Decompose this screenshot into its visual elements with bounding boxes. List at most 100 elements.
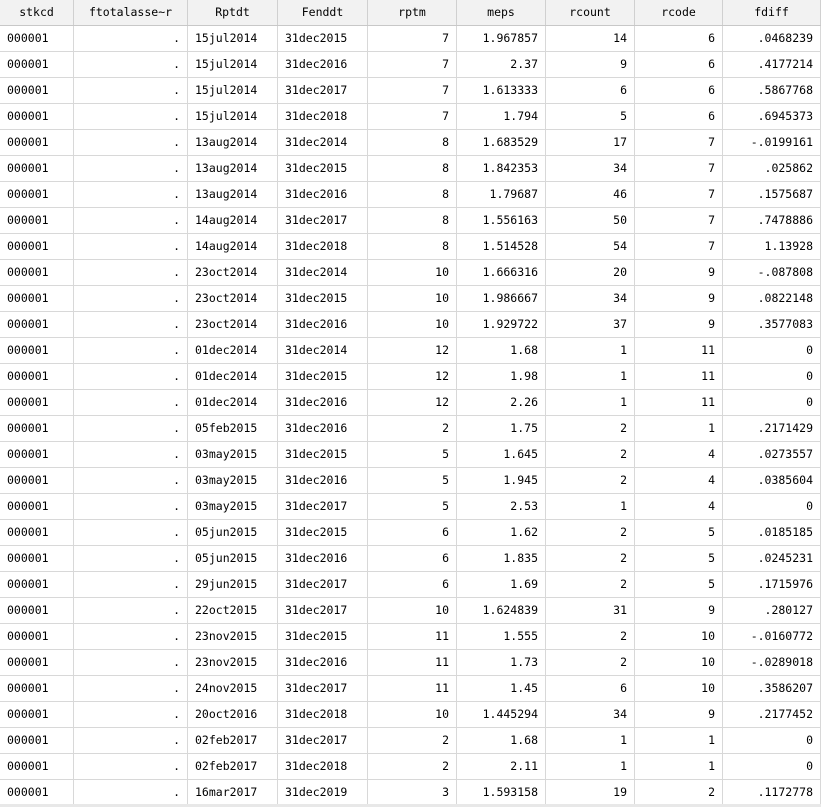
table-row[interactable]: 000001. 23oct2014 31dec2015 10 1.986667 34 9.0… xyxy=(0,286,821,312)
table-cell[interactable]: 31dec2018 xyxy=(278,104,368,129)
table-cell[interactable]: . xyxy=(74,598,188,623)
table-cell[interactable]: .280127 xyxy=(723,598,821,623)
table-cell[interactable]: .2177452 xyxy=(723,702,821,727)
table-cell[interactable]: 2.37 xyxy=(457,52,546,77)
table-cell[interactable]: 000001 xyxy=(0,468,74,493)
table-cell[interactable]: 9 xyxy=(635,702,723,727)
table-cell[interactable]: 24nov2015 xyxy=(188,676,278,701)
table-cell[interactable]: 4 xyxy=(635,494,723,519)
table-cell[interactable]: 12 xyxy=(368,364,457,389)
table-cell[interactable]: 31dec2018 xyxy=(278,754,368,779)
table-row[interactable]: 000001. 14aug2014 31dec2017 8 1.556163 50 7.74… xyxy=(0,208,821,234)
table-cell[interactable]: 23nov2015 xyxy=(188,650,278,675)
table-cell[interactable]: 02feb2017 xyxy=(188,754,278,779)
table-cell[interactable]: 05jun2015 xyxy=(188,520,278,545)
table-row[interactable]: 000001. 15jul2014 31dec2017 7 1.613333 6 6.586… xyxy=(0,78,821,104)
table-cell[interactable]: 13aug2014 xyxy=(188,182,278,207)
table-cell[interactable]: 31dec2017 xyxy=(278,494,368,519)
table-cell[interactable]: -.0160772 xyxy=(723,624,821,649)
table-cell[interactable]: 5 xyxy=(635,520,723,545)
table-cell[interactable]: 000001 xyxy=(0,546,74,571)
table-cell[interactable]: 7 xyxy=(368,26,457,51)
table-cell[interactable]: 11 xyxy=(635,390,723,415)
table-cell[interactable]: 31dec2015 xyxy=(278,624,368,649)
column-header-fdiff[interactable]: fdiff xyxy=(723,0,821,25)
table-row[interactable]: 000001. 13aug2014 31dec2014 8 1.683529 17 7 -.0… xyxy=(0,130,821,156)
table-cell[interactable]: 31dec2016 xyxy=(278,312,368,337)
table-cell[interactable]: 000001 xyxy=(0,312,74,337)
table-cell[interactable]: 2 xyxy=(368,754,457,779)
table-cell[interactable]: 11 xyxy=(368,624,457,649)
table-cell[interactable]: . xyxy=(74,494,188,519)
table-cell[interactable]: 7 xyxy=(635,208,723,233)
table-cell[interactable]: 10 xyxy=(635,676,723,701)
table-cell[interactable]: . xyxy=(74,780,188,805)
table-cell[interactable]: . xyxy=(74,260,188,285)
table-row[interactable]: 000001. 29jun2015 31dec2017 6 1.69 2 5.1715976 xyxy=(0,572,821,598)
table-cell[interactable]: 31dec2015 xyxy=(278,442,368,467)
table-cell[interactable]: 2 xyxy=(546,468,635,493)
table-cell[interactable]: 1.445294 xyxy=(457,702,546,727)
table-cell[interactable]: . xyxy=(74,130,188,155)
table-cell[interactable]: 0 xyxy=(723,390,821,415)
table-cell[interactable]: 19 xyxy=(546,780,635,805)
table-cell[interactable]: 10 xyxy=(635,624,723,649)
table-cell[interactable]: 3 xyxy=(368,780,457,805)
table-cell[interactable]: 6 xyxy=(368,572,457,597)
table-cell[interactable]: 000001 xyxy=(0,52,74,77)
table-row[interactable]: 000001. 13aug2014 31dec2016 8 1.79687 46 7.157… xyxy=(0,182,821,208)
table-row[interactable]: 000001. 20oct2016 31dec2018 10 1.445294 34 9.2… xyxy=(0,702,821,728)
table-row[interactable]: 000001. 02feb2017 31dec2018 2 2.11 1 1 0 xyxy=(0,754,821,780)
table-cell[interactable]: 7 xyxy=(368,78,457,103)
table-cell[interactable]: 4 xyxy=(635,468,723,493)
table-cell[interactable]: 31dec2015 xyxy=(278,26,368,51)
table-cell[interactable]: 1.68 xyxy=(457,338,546,363)
table-cell[interactable]: 13aug2014 xyxy=(188,130,278,155)
table-cell[interactable]: 000001 xyxy=(0,208,74,233)
table-cell[interactable]: -.0289018 xyxy=(723,650,821,675)
table-cell[interactable]: 31dec2017 xyxy=(278,598,368,623)
table-cell[interactable]: 6 xyxy=(368,546,457,571)
table-cell[interactable]: 1.73 xyxy=(457,650,546,675)
table-cell[interactable]: 1.794 xyxy=(457,104,546,129)
table-cell[interactable]: 31dec2016 xyxy=(278,416,368,441)
table-cell[interactable]: . xyxy=(74,390,188,415)
table-cell[interactable]: .1575687 xyxy=(723,182,821,207)
table-cell[interactable]: . xyxy=(74,156,188,181)
table-cell[interactable]: 9 xyxy=(635,286,723,311)
table-row[interactable]: 000001. 15jul2014 31dec2015 7 1.967857 14 6.04… xyxy=(0,26,821,52)
table-cell[interactable]: 22oct2015 xyxy=(188,598,278,623)
table-cell[interactable]: . xyxy=(74,546,188,571)
table-cell[interactable]: .6945373 xyxy=(723,104,821,129)
table-cell[interactable]: 15jul2014 xyxy=(188,52,278,77)
table-cell[interactable]: 2 xyxy=(546,624,635,649)
table-cell[interactable]: 2 xyxy=(546,572,635,597)
table-cell[interactable]: 6 xyxy=(635,52,723,77)
table-cell[interactable]: . xyxy=(74,234,188,259)
table-cell[interactable]: 31dec2015 xyxy=(278,520,368,545)
table-cell[interactable]: 14 xyxy=(546,26,635,51)
table-cell[interactable]: .0245231 xyxy=(723,546,821,571)
table-row[interactable]: 000001. 02feb2017 31dec2017 2 1.68 1 1 0 xyxy=(0,728,821,754)
table-cell[interactable]: 000001 xyxy=(0,494,74,519)
table-cell[interactable]: 1 xyxy=(546,494,635,519)
table-cell[interactable]: 10 xyxy=(368,702,457,727)
table-cell[interactable]: -.0199161 xyxy=(723,130,821,155)
table-cell[interactable]: .025862 xyxy=(723,156,821,181)
table-cell[interactable]: 000001 xyxy=(0,156,74,181)
table-cell[interactable]: . xyxy=(74,650,188,675)
table-row[interactable]: 000001. 14aug2014 31dec2018 8 1.514528 54 7 1.1… xyxy=(0,234,821,260)
table-cell[interactable]: .0468239 xyxy=(723,26,821,51)
table-cell[interactable]: 2 xyxy=(546,442,635,467)
column-header-stkcd[interactable]: stkcd xyxy=(0,0,74,25)
table-cell[interactable]: 000001 xyxy=(0,676,74,701)
table-cell[interactable]: 8 xyxy=(368,182,457,207)
table-cell[interactable]: 31dec2018 xyxy=(278,702,368,727)
table-cell[interactable]: . xyxy=(74,208,188,233)
table-cell[interactable]: 2.53 xyxy=(457,494,546,519)
table-cell[interactable]: 34 xyxy=(546,286,635,311)
table-cell[interactable]: 1 xyxy=(635,416,723,441)
table-row[interactable]: 000001. 23oct2014 31dec2014 10 1.666316 20 9 -.… xyxy=(0,260,821,286)
table-cell[interactable]: 1.842353 xyxy=(457,156,546,181)
table-cell[interactable]: 10 xyxy=(368,598,457,623)
